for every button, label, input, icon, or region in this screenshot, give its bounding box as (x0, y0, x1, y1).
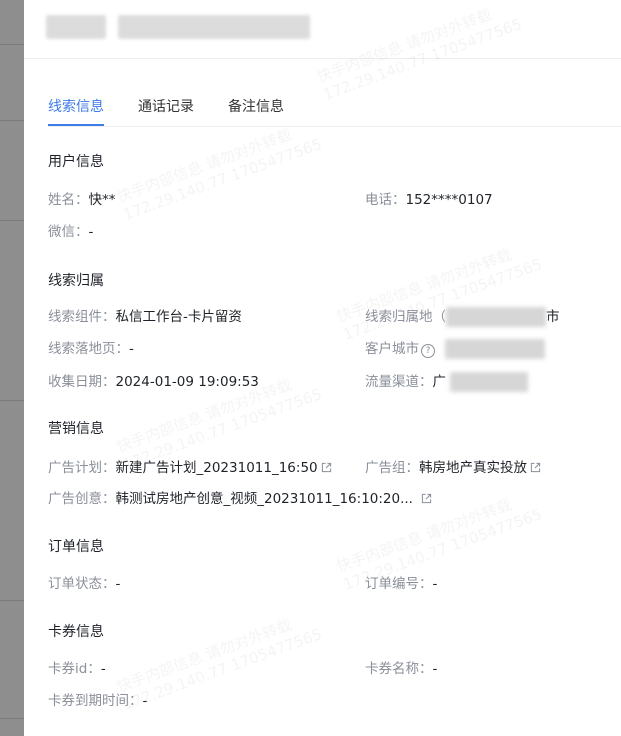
help-icon[interactable]: ? (421, 344, 435, 358)
external-link-icon[interactable] (321, 462, 332, 473)
field-ad-creative: 广告创意：韩测试房地产创意_视频_20231011_16:10:20... (48, 487, 432, 507)
field-customer-city: 客户城市? (365, 337, 545, 359)
field-landing-page: 线索落地页：- (48, 337, 134, 357)
field-label: 姓名： (48, 192, 89, 208)
tab-bar: 线索信息 通话记录 备注信息 (48, 96, 318, 126)
field-label: 线索组件： (48, 309, 116, 325)
section-title-marketing: 营销信息 (48, 421, 104, 437)
field-label: 订单状态： (48, 576, 116, 592)
tab-divider (48, 126, 621, 127)
field-value: 152****0107 (405, 192, 493, 208)
lead-detail-drawer: 线索信息 通话记录 备注信息 用户信息 姓名：快** 电话：152****010… (24, 0, 621, 736)
field-label: 流量渠道： (365, 374, 433, 390)
field-wechat: 微信：- (48, 220, 93, 240)
field-value: - (88, 224, 94, 240)
section-title-order: 订单信息 (48, 539, 104, 555)
field-label: 广告计划： (48, 460, 116, 476)
field-order-number: 订单编号：- (365, 572, 437, 592)
tab-lead-info[interactable]: 线索信息 (48, 96, 104, 126)
drawer-header (24, 0, 621, 59)
field-collect-date: 收集日期：2024-01-09 19:09:53 (48, 370, 259, 390)
blurred-value (450, 372, 528, 392)
field-phone: 电话：152****0107 (365, 188, 493, 208)
section-title-coupon: 卡券信息 (48, 624, 104, 640)
field-coupon-id: 卡券id：- (48, 657, 106, 677)
field-label: 卡券到期时间： (48, 693, 143, 709)
field-label: 电话： (365, 192, 406, 208)
tab-notes[interactable]: 备注信息 (228, 96, 284, 126)
field-value: 韩房地产真实投放 (419, 460, 527, 476)
external-link-icon[interactable] (530, 462, 541, 473)
field-value: 私信工作台-卡片留资 (115, 309, 242, 325)
field-value: 2024-01-09 19:09:53 (115, 374, 259, 390)
field-value: 新建广告计划_20231011_16:50 (115, 460, 318, 476)
field-value: - (100, 661, 106, 677)
field-value: - (115, 576, 121, 592)
field-order-status: 订单状态：- (48, 572, 120, 592)
field-value: - (129, 341, 134, 357)
section-title-lead: 线索归属 (48, 273, 104, 289)
external-link-icon[interactable] (421, 493, 432, 504)
tab-call-records[interactable]: 通话记录 (138, 96, 194, 126)
field-value-suffix: 市 (546, 309, 560, 325)
field-label: 订单编号： (365, 576, 433, 592)
field-lead-region: 线索归属地（ 市 (365, 305, 560, 327)
field-value: 快** (88, 192, 116, 208)
field-label: 线索落地页： (48, 341, 129, 357)
blurred-title (118, 15, 310, 39)
field-ad-group: 广告组：韩房地产真实投放 (365, 456, 541, 476)
field-ad-plan: 广告计划：新建广告计划_20231011_16:50 (48, 456, 332, 476)
field-label: 收集日期： (48, 374, 116, 390)
field-value-prefix: 广 (432, 374, 447, 390)
field-name: 姓名：快** (48, 188, 116, 208)
field-label: 微信： (48, 224, 89, 240)
blurred-title (46, 15, 106, 39)
field-coupon-expire: 卡券到期时间：- (48, 689, 147, 709)
field-value: - (432, 576, 438, 592)
field-label: 卡券名称： (365, 661, 433, 677)
watermark: 快手内部信息 请勿对外转载 172.29.140.77 1705477565 (334, 245, 545, 344)
field-label: 广告创意： (48, 491, 116, 507)
overlay-backdrop[interactable] (0, 0, 24, 736)
field-value: - (142, 693, 148, 709)
section-title-user: 用户信息 (48, 154, 104, 170)
field-coupon-name: 卡券名称：- (365, 657, 437, 677)
field-label: 卡券id： (48, 661, 101, 677)
watermark: 快手内部信息 请勿对外转载 172.29.140.77 1705477565 (114, 125, 325, 224)
field-traffic-channel: 流量渠道：广 (365, 370, 528, 392)
blurred-value (446, 307, 546, 327)
field-label: 客户城市 (365, 341, 419, 357)
field-value: - (432, 661, 438, 677)
field-label: 广告组： (365, 460, 419, 476)
field-label: 线索归属地（ (365, 309, 446, 325)
blurred-value (445, 339, 545, 359)
field-lead-component: 线索组件：私信工作台-卡片留资 (48, 305, 242, 325)
field-value: 韩测试房地产创意_视频_20231011_16:10:20... (115, 491, 413, 507)
